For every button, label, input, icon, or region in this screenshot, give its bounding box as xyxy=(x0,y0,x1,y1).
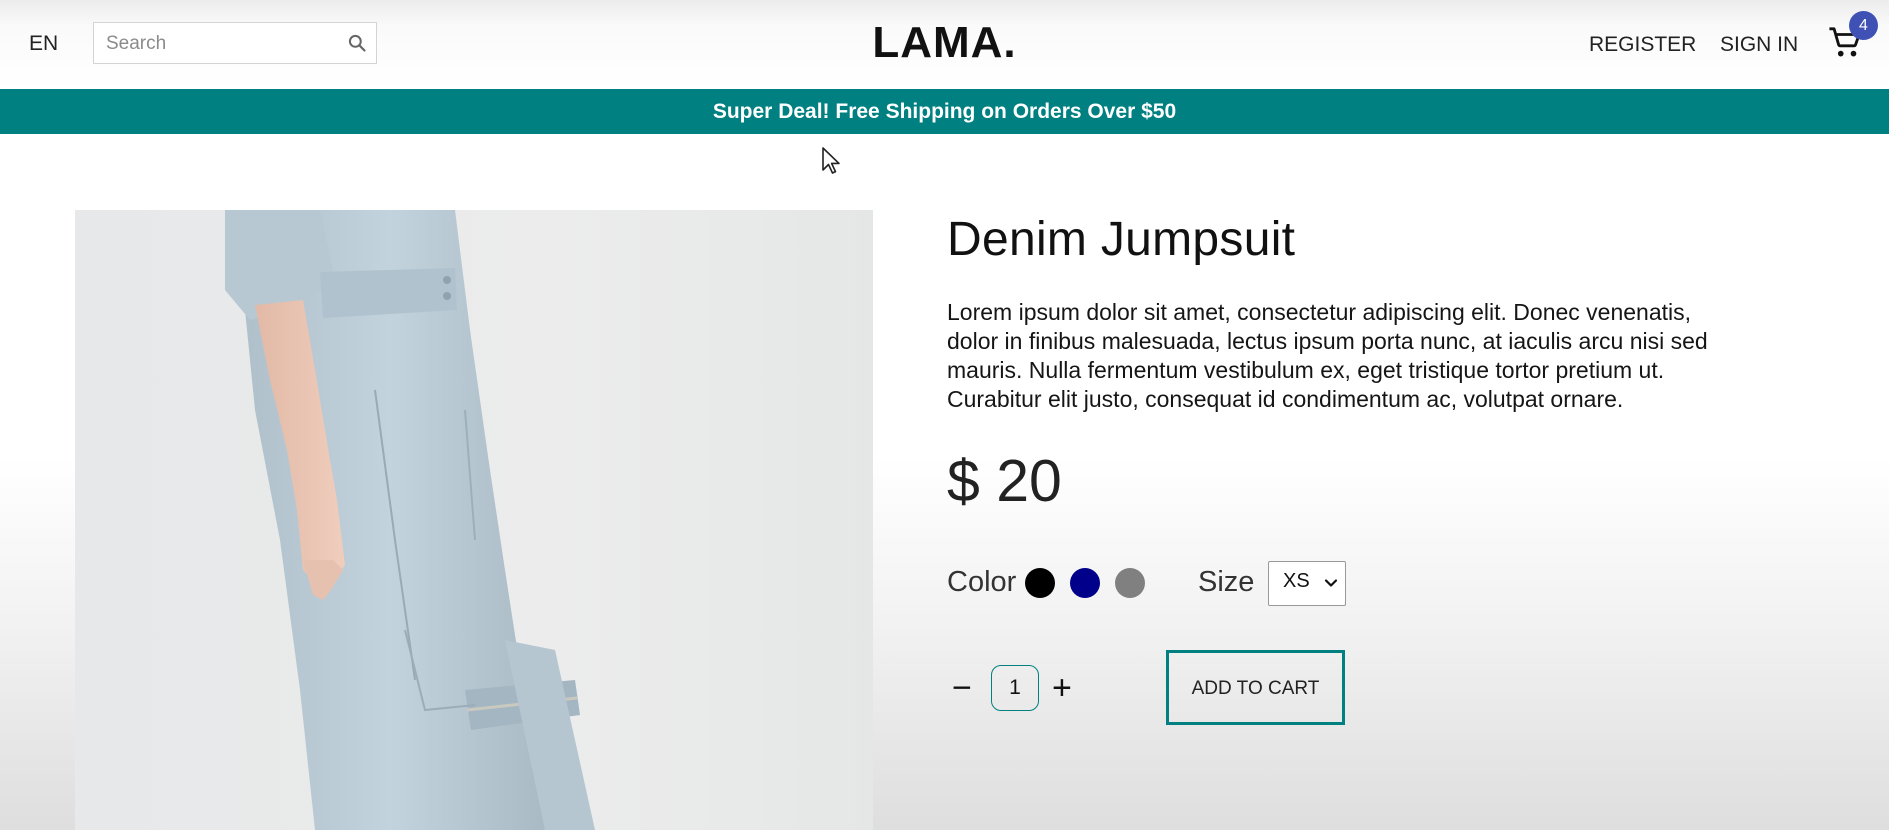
register-link[interactable]: REGISTER xyxy=(1589,33,1696,57)
color-swatch-black[interactable] xyxy=(1025,568,1055,598)
color-swatch-gray[interactable] xyxy=(1115,568,1145,598)
size-selected-value: XS xyxy=(1283,570,1310,592)
product-description: Lorem ipsum dolor sit amet, consectetur … xyxy=(947,299,1708,412)
denim-jumpsuit-photo xyxy=(225,210,595,830)
color-swatch-darkblue[interactable] xyxy=(1070,568,1100,598)
mouse-cursor-icon xyxy=(822,147,840,174)
product-image xyxy=(75,210,873,830)
product-price: $ 20 xyxy=(947,448,1062,514)
announcement-bar: Super Deal! Free Shipping on Orders Over… xyxy=(0,89,1889,134)
cart-count-badge: 4 xyxy=(1849,11,1878,40)
sign-in-link[interactable]: SIGN IN xyxy=(1720,33,1798,57)
navbar: EN LAMA. REGISTER SIGN IN 4 xyxy=(0,0,1889,89)
size-select[interactable]: XS xyxy=(1268,561,1346,606)
color-label: Color xyxy=(947,566,1017,598)
increase-quantity-button[interactable]: + xyxy=(1052,671,1072,705)
decrease-quantity-button[interactable]: − xyxy=(952,671,972,705)
chevron-down-icon xyxy=(1324,579,1338,587)
size-label: Size xyxy=(1198,566,1255,598)
product-title: Denim Jumpsuit xyxy=(947,213,1296,266)
add-to-cart-button[interactable]: ADD TO CART xyxy=(1166,650,1345,725)
quantity-value: 1 xyxy=(991,665,1039,711)
